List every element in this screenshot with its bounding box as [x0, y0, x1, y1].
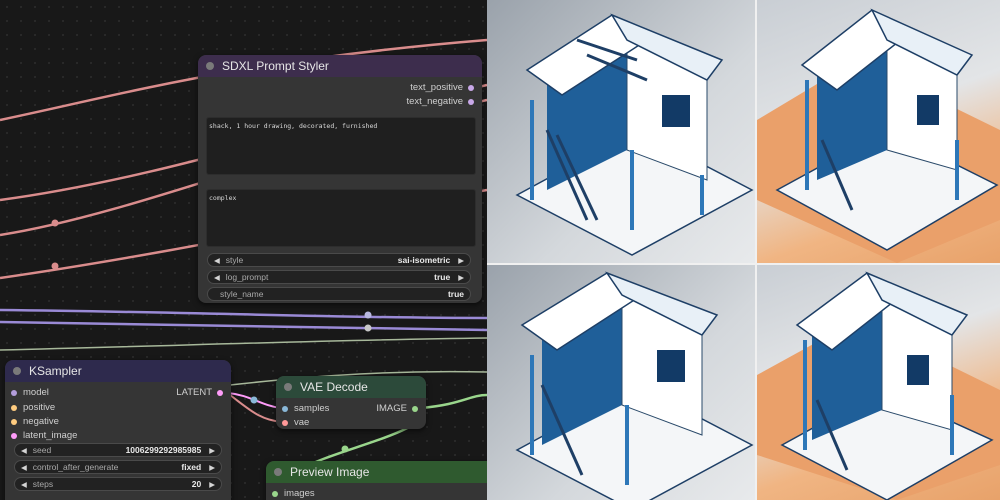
wire-purple-2	[0, 320, 487, 332]
input-label: vae	[294, 417, 310, 428]
output-text-negative[interactable]: text_negative	[406, 96, 474, 107]
collapse-dot-icon[interactable]	[274, 468, 282, 476]
arrow-left-icon[interactable]: ◀	[21, 480, 27, 489]
output-image[interactable]: IMAGE	[376, 403, 418, 414]
arrow-left-icon[interactable]: ◀	[21, 463, 27, 472]
wire-reroute-dot	[51, 262, 59, 270]
input-vae[interactable]: vae	[282, 417, 309, 428]
arrow-right-icon[interactable]: ▶	[209, 463, 215, 472]
seed-field[interactable]: ◀ seed 1006299292985985 ▶	[14, 443, 222, 457]
text-negative-input[interactable]: complex	[206, 189, 476, 247]
arrow-right-icon[interactable]: ▶	[209, 480, 215, 489]
wire-reroute-dot	[341, 445, 349, 453]
socket-icon[interactable]	[468, 98, 474, 105]
wire-purple-1	[0, 308, 487, 320]
widget-label: seed	[32, 445, 52, 455]
widget-value: 1006299292985985	[125, 445, 202, 455]
house-illustration	[757, 8, 1000, 263]
house-illustration	[515, 13, 754, 256]
collapse-dot-icon[interactable]	[284, 383, 292, 391]
widget-value: fixed	[181, 462, 202, 472]
output-label: IMAGE	[376, 403, 407, 414]
socket-icon[interactable]	[468, 84, 474, 91]
collapse-dot-icon[interactable]	[13, 367, 21, 375]
socket-icon[interactable]	[11, 418, 17, 425]
wire-reroute-dot	[51, 219, 59, 227]
wire-green-2	[419, 393, 487, 410]
widget-value: true	[447, 289, 464, 299]
node-header[interactable]: Preview Image	[266, 461, 487, 483]
widget-label: steps	[32, 479, 54, 489]
input-model[interactable]: model	[11, 387, 49, 398]
arrow-right-icon[interactable]: ▶	[209, 446, 215, 455]
input-images[interactable]: images	[272, 488, 315, 499]
house-illustration	[515, 271, 754, 500]
socket-icon[interactable]	[282, 405, 288, 412]
socket-icon[interactable]	[412, 405, 418, 412]
widget-label: log_prompt	[225, 272, 269, 282]
collapse-dot-icon[interactable]	[206, 62, 214, 70]
output-latent[interactable]: LATENT	[176, 387, 223, 398]
arrow-left-icon[interactable]: ◀	[21, 446, 27, 455]
node-header[interactable]: VAE Decode	[276, 376, 426, 398]
input-samples[interactable]: samples	[282, 403, 329, 414]
node-title: Preview Image	[290, 465, 370, 479]
input-label: images	[284, 488, 315, 499]
node-title: VAE Decode	[300, 380, 368, 394]
node-header[interactable]: KSampler	[5, 360, 231, 382]
output-label: text_positive	[410, 82, 463, 93]
socket-icon[interactable]	[272, 490, 278, 497]
render-top-left[interactable]	[487, 0, 755, 263]
image-grid	[487, 0, 1000, 500]
arrow-left-icon[interactable]: ◀	[214, 256, 220, 265]
sdxl-prompt-styler-node[interactable]: SDXL Prompt Styler text_positive text_ne…	[198, 55, 482, 303]
vae-decode-node[interactable]: VAE Decode samples vae IMAGE	[276, 376, 426, 429]
socket-icon[interactable]	[11, 432, 17, 439]
widget-label: style	[225, 255, 244, 265]
style-combo[interactable]: ◀ style sai-isometric ▶	[207, 253, 471, 267]
arrow-right-icon[interactable]: ▶	[458, 273, 464, 282]
preview-image-node[interactable]: Preview Image images	[266, 461, 487, 500]
steps-field[interactable]: ◀ steps 20 ▶	[14, 477, 222, 491]
widget-label: style_name	[220, 289, 264, 299]
control-after-generate-combo[interactable]: ◀ control_after_generate fixed ▶	[14, 460, 222, 474]
input-latent-image[interactable]: latent_image	[11, 430, 77, 441]
node-header[interactable]: SDXL Prompt Styler	[198, 55, 482, 77]
widget-label: control_after_generate	[32, 462, 119, 472]
widget-value: true	[434, 272, 451, 282]
input-label: positive	[23, 402, 56, 413]
ksampler-node[interactable]: KSampler model positive negative latent_…	[5, 360, 231, 500]
render-top-right[interactable]	[757, 0, 1000, 263]
input-negative[interactable]: negative	[11, 416, 59, 427]
wire-reroute-dot	[364, 324, 372, 332]
widget-value: 20	[191, 479, 202, 489]
style-name-field[interactable]: style_name true	[207, 287, 471, 301]
input-label: latent_image	[23, 430, 78, 441]
node-title: KSampler	[29, 364, 82, 378]
house-illustration	[757, 271, 1000, 500]
node-canvas[interactable]: SDXL Prompt Styler text_positive text_ne…	[0, 0, 487, 500]
widget-value: sai-isometric	[397, 255, 451, 265]
text-positive-input[interactable]: shack, 1 hour drawing, decorated, furnis…	[206, 117, 476, 175]
wire-green-1	[0, 337, 487, 351]
input-positive[interactable]: positive	[11, 402, 55, 413]
input-label: model	[23, 387, 49, 398]
render-bottom-left[interactable]	[487, 265, 755, 500]
wire-reroute-dot	[250, 396, 258, 404]
log-prompt-toggle[interactable]: ◀ log_prompt true ▶	[207, 270, 471, 284]
output-text-positive[interactable]: text_positive	[410, 82, 474, 93]
node-title: SDXL Prompt Styler	[222, 59, 329, 73]
arrow-left-icon[interactable]: ◀	[214, 273, 220, 282]
arrow-right-icon[interactable]: ▶	[458, 256, 464, 265]
input-label: negative	[23, 416, 59, 427]
socket-icon[interactable]	[217, 389, 223, 396]
output-label: text_negative	[406, 96, 463, 107]
socket-icon[interactable]	[11, 404, 17, 411]
socket-icon[interactable]	[282, 419, 288, 426]
socket-icon[interactable]	[11, 389, 17, 396]
render-bottom-right[interactable]	[757, 265, 1000, 500]
input-label: samples	[294, 403, 330, 414]
wire-reroute-dot	[364, 311, 372, 319]
output-label: LATENT	[176, 387, 212, 398]
